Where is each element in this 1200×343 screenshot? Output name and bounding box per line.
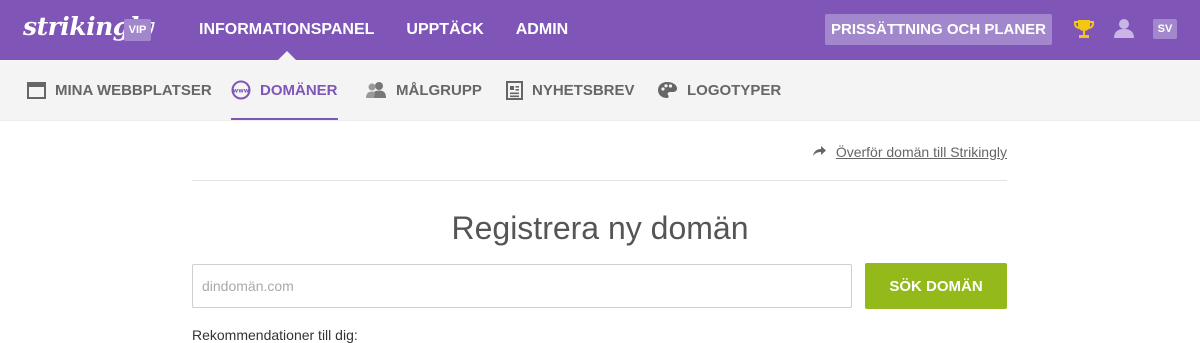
- vip-badge: VIP: [124, 19, 151, 41]
- user-icon[interactable]: [1113, 17, 1135, 39]
- svg-text:www: www: [233, 88, 250, 95]
- language-selector[interactable]: SV: [1153, 19, 1177, 39]
- top-bar: strikingly VIP INFORMATIONSPANEL UPPTÄCK…: [0, 0, 1200, 60]
- nav-informationspanel[interactable]: INFORMATIONSPANEL: [199, 0, 374, 60]
- nav-upptack[interactable]: UPPTÄCK: [406, 0, 483, 60]
- tab-nyhetsbrev[interactable]: NYHETSBREV: [506, 60, 635, 120]
- tab-label: LOGOTYPER: [687, 81, 782, 99]
- tab-label: MINA WEBBPLATSER: [55, 81, 212, 99]
- tab-label: DOMÄNER: [260, 81, 338, 99]
- tab-label: MÅLGRUPP: [396, 81, 482, 99]
- tab-malgrupp[interactable]: MÅLGRUPP: [366, 60, 482, 120]
- page-title: Registrera ny domän: [451, 210, 749, 246]
- tab-domaner[interactable]: www DOMÄNER: [231, 60, 338, 120]
- pricing-button[interactable]: PRISSÄTTNING OCH PLANER: [825, 14, 1052, 45]
- divider: [192, 180, 1007, 181]
- tab-logotyper[interactable]: LOGOTYPER: [657, 60, 781, 120]
- nav-admin[interactable]: ADMIN: [516, 0, 568, 60]
- share-arrow-icon: [812, 144, 827, 160]
- browser-window-icon: [27, 81, 46, 99]
- domain-search-input[interactable]: [192, 264, 852, 308]
- transfer-domain-label: Överför domän till Strikingly: [835, 144, 1007, 160]
- trophy-icon[interactable]: [1074, 18, 1094, 40]
- transfer-domain-link[interactable]: Överför domän till Strikingly: [812, 144, 1007, 160]
- tab-mina-webbplatser[interactable]: MINA WEBBPLATSER: [27, 60, 212, 120]
- tab-label: NYHETSBREV: [532, 81, 635, 99]
- people-icon: [366, 81, 387, 99]
- newsletter-icon: [506, 80, 523, 100]
- main-nav: INFORMATIONSPANEL UPPTÄCK ADMIN: [199, 0, 600, 60]
- sub-nav: MINA WEBBPLATSER www DOMÄNER MÅLGRUPP NY…: [0, 60, 1200, 121]
- search-domain-button[interactable]: SÖK DOMÄN: [865, 263, 1007, 309]
- palette-icon: [657, 81, 678, 99]
- www-globe-icon: www: [231, 80, 251, 100]
- recommendations-label: Rekommendationer till dig:: [192, 327, 358, 343]
